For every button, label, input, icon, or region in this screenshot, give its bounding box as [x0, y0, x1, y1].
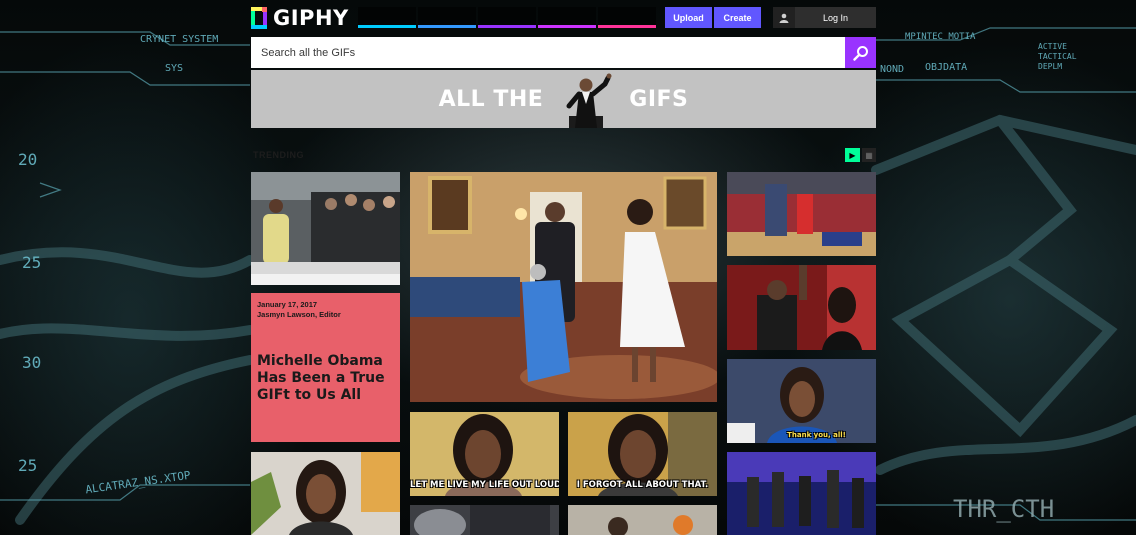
gif-tile-basketball-court[interactable]	[727, 172, 876, 256]
story-card[interactable]: January 17, 2017 Jasmyn Lawson, Editor M…	[251, 293, 400, 442]
category-nav	[358, 7, 656, 28]
gif-caption: LET ME LIVE MY LIFE OUT LOUD.	[410, 480, 559, 490]
hud-label: NOND	[880, 64, 905, 75]
gif-tile-car-ride[interactable]	[568, 505, 717, 535]
hud-label: ACTIVE	[1038, 42, 1067, 51]
user-icon	[773, 7, 795, 28]
gif-tile-inauguration-crowd[interactable]	[251, 172, 400, 285]
hud-label: DEPLM	[1038, 62, 1063, 71]
presidential-figure-illustration	[566, 73, 612, 128]
nav-category[interactable]	[598, 7, 656, 28]
gif-tile-sports-jersey[interactable]	[410, 505, 559, 535]
nav-category[interactable]	[538, 7, 596, 28]
login-button[interactable]: Log In	[773, 7, 876, 28]
search-bar	[251, 37, 876, 68]
giphy-logo[interactable]: GIPHY	[251, 6, 349, 30]
gif-tile-i-forgot[interactable]: I FORGOT ALL ABOUT THAT.	[568, 412, 717, 496]
hud-number: 25	[18, 456, 38, 475]
upload-button[interactable]: Upload	[665, 7, 712, 28]
gif-caption: I FORGOT ALL ABOUT THAT.	[576, 480, 709, 490]
gif-tile-white-house-dance[interactable]	[410, 172, 717, 402]
giphy-logo-icon	[251, 7, 267, 29]
login-label: Log In	[822, 12, 849, 23]
hud-number: 25	[22, 253, 42, 272]
story-author: Jasmyn Lawson, Editor	[257, 310, 341, 319]
story-headline: Michelle Obama Has Been a True GIFt to U…	[257, 353, 385, 403]
gif-caption: Thank you, all!	[787, 431, 846, 439]
search-icon	[852, 45, 868, 61]
story-date: January 17, 2017	[257, 300, 318, 309]
hud-label: THR_CTH	[953, 495, 1055, 523]
nav-category[interactable]	[418, 7, 476, 28]
create-button[interactable]: Create	[714, 7, 761, 28]
logo-text: GIPHY	[273, 6, 349, 30]
gif-tile-dance-stage[interactable]	[727, 452, 876, 535]
gif-tile-podium-speech[interactable]: Thank you, all!	[727, 359, 876, 443]
section-title-trending: TRENDING	[253, 150, 304, 160]
promo-banner[interactable]: ALL THE GIFS	[251, 70, 876, 128]
nav-category[interactable]	[478, 7, 536, 28]
hud-number: 30	[22, 353, 42, 372]
play-icon: ▶	[849, 150, 856, 160]
search-button[interactable]	[845, 37, 876, 68]
gif-tile-let-me-live[interactable]: LET ME LIVE MY LIFE OUT LOUD.	[410, 412, 559, 496]
hud-label: SYS	[165, 63, 184, 74]
gif-tile-smiling-woman[interactable]	[251, 452, 400, 535]
banner-text-right: GIFS	[629, 86, 689, 112]
hud-number: 20	[18, 150, 38, 169]
hud-label: OBJDATA	[925, 62, 968, 73]
hud-label: MPINTEC MOTIA	[905, 32, 976, 42]
grid-view-button[interactable]: ▦	[862, 148, 876, 162]
gif-tile-election-night[interactable]	[727, 265, 876, 350]
hud-label: TACTICAL	[1038, 52, 1077, 61]
search-input[interactable]	[251, 37, 845, 68]
play-toggle-button[interactable]: ▶	[845, 148, 860, 162]
grid-icon: ▦	[865, 150, 873, 160]
banner-text-left: ALL THE	[438, 86, 544, 112]
hud-label: CRYNET SYSTEM	[140, 34, 219, 45]
nav-category[interactable]	[358, 7, 416, 28]
